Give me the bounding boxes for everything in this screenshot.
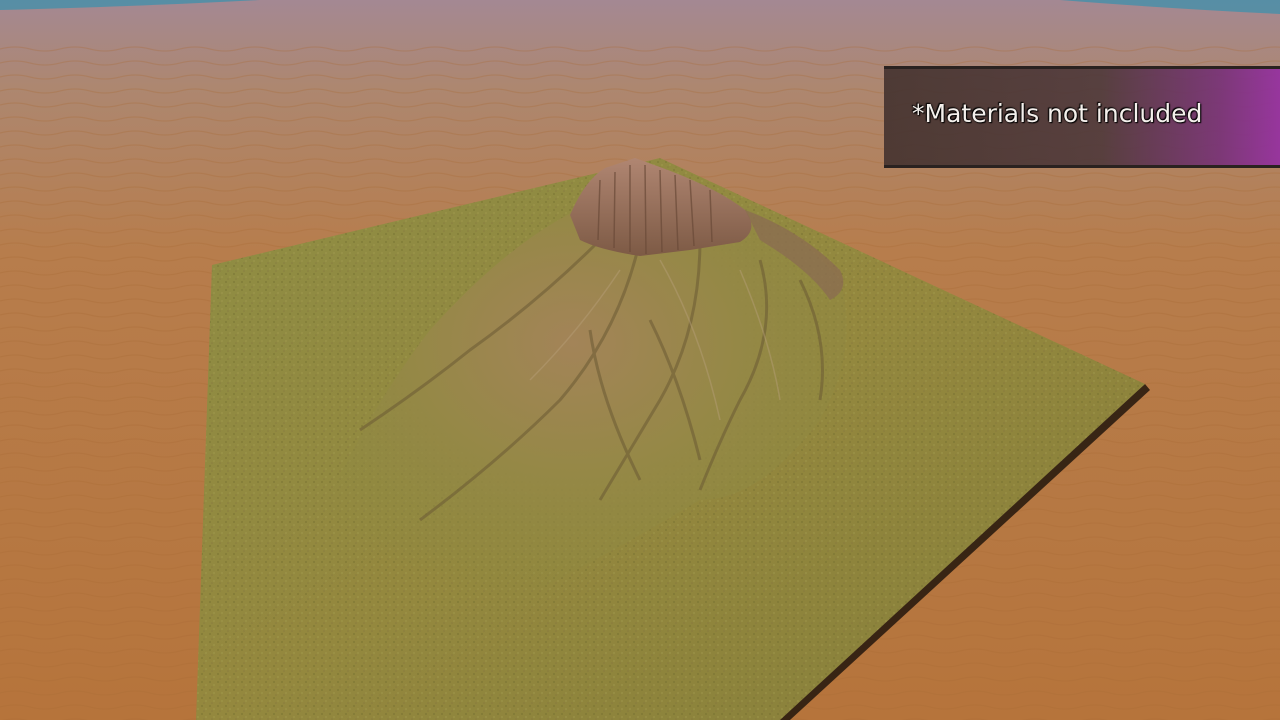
viewport-scene: *Materials not included — [0, 0, 1280, 720]
caption-banner: *Materials not included — [884, 66, 1280, 168]
caption-text: *Materials not included — [912, 99, 1203, 128]
